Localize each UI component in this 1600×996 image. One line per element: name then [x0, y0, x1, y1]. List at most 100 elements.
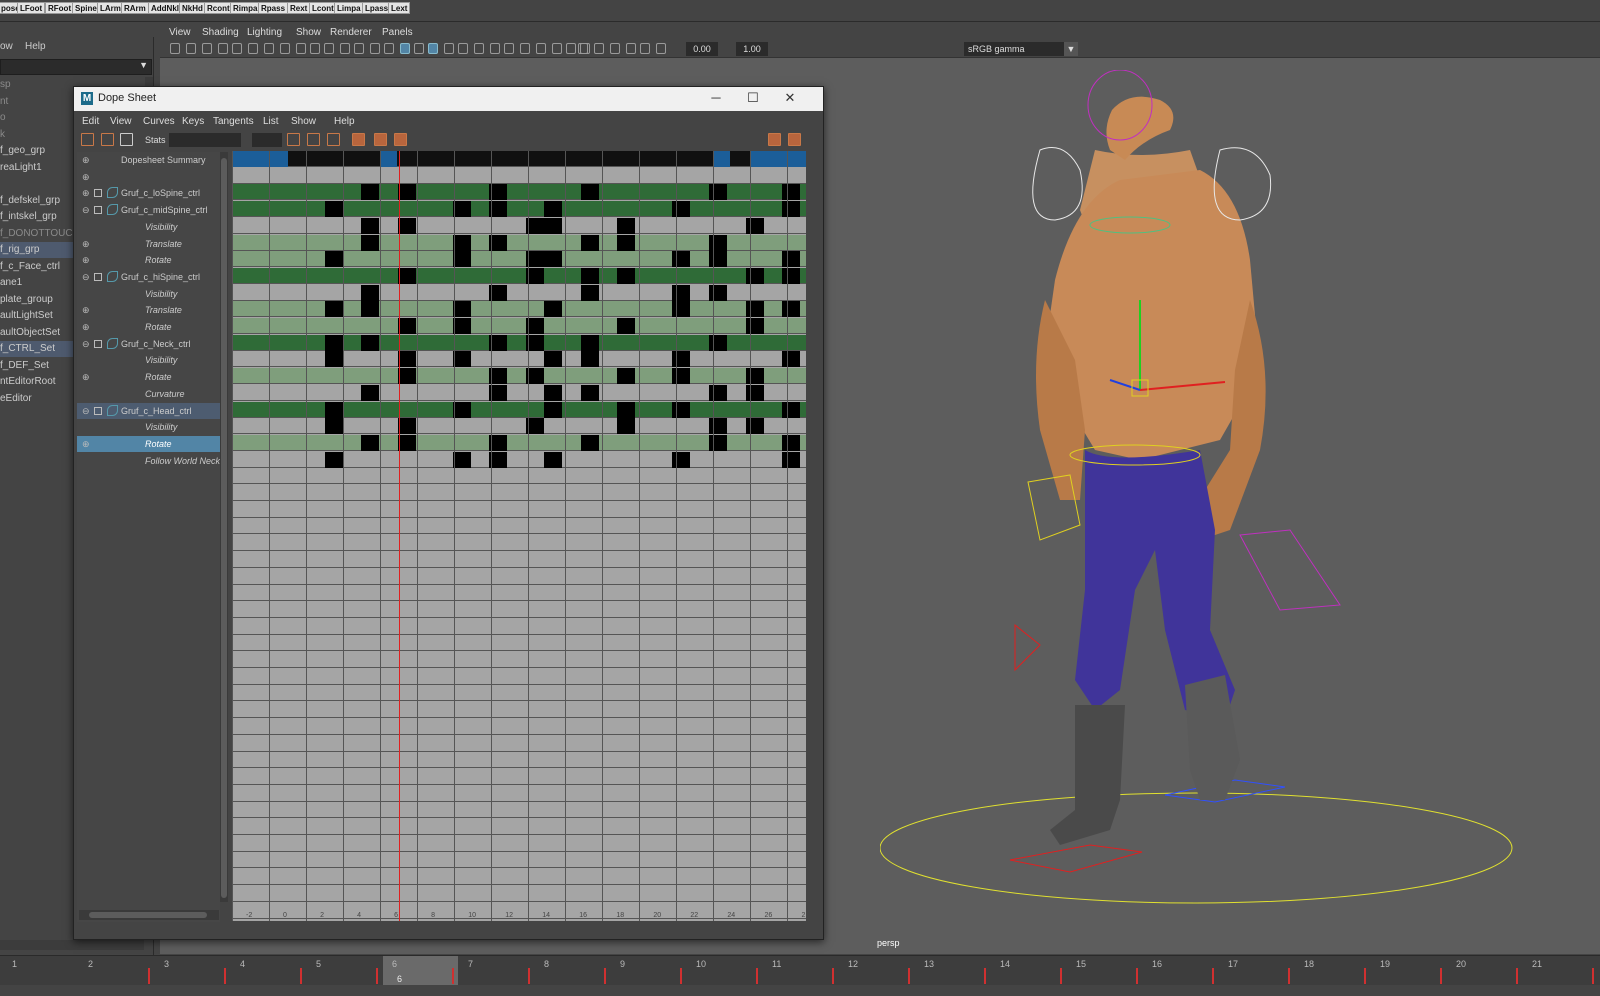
hierarchy-box-icon[interactable]	[94, 189, 102, 198]
key-block[interactable]	[324, 351, 343, 368]
expand-icon[interactable]: ⊕	[82, 152, 90, 168]
time-slider[interactable]: 6 1 2 3 4 5 6 7 8 9 10 11 12 13 14 15 16 17 18 19 20 21	[0, 955, 1600, 986]
xray-icon[interactable]	[536, 43, 546, 54]
key-block[interactable]	[397, 318, 416, 334]
lights-icon[interactable]	[428, 43, 438, 54]
isolate-select-icon[interactable]	[520, 43, 530, 54]
graph-editor-icon[interactable]	[768, 133, 781, 146]
anti-aliasing-icon[interactable]	[490, 43, 500, 54]
depth-of-field-icon[interactable]	[504, 43, 514, 54]
key-block[interactable]	[361, 284, 380, 301]
key-block[interactable]	[708, 418, 727, 435]
key-block[interactable]	[361, 384, 380, 401]
select-camera-icon[interactable]	[170, 43, 180, 54]
shadows-icon[interactable]	[444, 43, 454, 54]
gate-mask-icon[interactable]	[310, 43, 320, 54]
outliner-filter-field[interactable]: ▼	[0, 59, 152, 75]
key-block[interactable]	[782, 267, 801, 284]
summary-key[interactable]	[232, 151, 288, 167]
hierarchy-box-icon[interactable]	[94, 272, 102, 281]
scrollbar-thumb[interactable]	[221, 158, 227, 898]
key-block[interactable]	[745, 418, 764, 435]
attribute-row[interactable]: Visibility	[77, 219, 220, 235]
dope-sheet-outliner-horizontal-scrollbar[interactable]	[79, 910, 219, 920]
xray-components-icon[interactable]	[566, 43, 576, 54]
smooth-shade-icon[interactable]	[384, 43, 394, 54]
key-block[interactable]	[672, 201, 691, 218]
select-key-tool-icon[interactable]	[81, 133, 94, 146]
key-block[interactable]	[361, 234, 380, 251]
expand-icon[interactable]: ⊕	[82, 302, 90, 318]
shelf-button[interactable]: Rext	[287, 2, 311, 14]
key-block[interactable]	[397, 184, 416, 201]
center-current-time-icon[interactable]	[327, 133, 340, 146]
safe-title-icon[interactable]	[354, 43, 364, 54]
key-block[interactable]	[617, 418, 636, 435]
camera-attributes-icon[interactable]	[186, 43, 196, 54]
range-slider[interactable]	[0, 985, 1600, 996]
key-block[interactable]	[397, 368, 416, 385]
key-block[interactable]	[580, 234, 599, 251]
grease-pencil-icon[interactable]	[248, 43, 258, 54]
expand-icon[interactable]: ⊕	[82, 252, 90, 268]
scrollbar-thumb[interactable]	[89, 912, 207, 918]
node-row[interactable]: ⊖ Gruf_c_Head_ctrl	[77, 402, 220, 419]
key-block[interactable]	[708, 284, 727, 301]
dope-menu-item[interactable]: View	[110, 116, 132, 127]
key-block[interactable]	[672, 368, 691, 385]
summary-key[interactable]	[750, 151, 806, 167]
attribute-row[interactable]: ⊕ Rotate	[77, 369, 220, 385]
stats-field-secondary[interactable]	[252, 133, 282, 147]
key-block[interactable]	[544, 201, 563, 218]
character-model[interactable]	[880, 70, 1540, 950]
default-material-icon[interactable]	[400, 43, 410, 54]
node-row[interactable]: ⊖ Gruf_c_hiSpine_ctrl	[77, 269, 220, 285]
expand-icon[interactable]: ⊕	[82, 369, 90, 385]
attribute-row[interactable]: Visibility	[77, 286, 220, 302]
attribute-row[interactable]: Curvature	[77, 386, 220, 402]
hierarchy-box-icon[interactable]	[94, 339, 102, 348]
2d-pan-icon[interactable]	[232, 43, 242, 54]
shelf-button[interactable]: NkHd	[179, 2, 206, 14]
frame-all-icon[interactable]	[287, 133, 300, 146]
color-management-icon[interactable]	[640, 43, 650, 54]
image-plane-icon[interactable]	[218, 43, 228, 54]
grid-icon[interactable]	[264, 43, 274, 54]
key-block[interactable]	[580, 284, 599, 301]
key-block[interactable]	[672, 451, 691, 468]
key-block[interactable]	[617, 234, 636, 251]
key-block[interactable]	[452, 351, 471, 368]
shelf-button[interactable]: Rpass	[258, 2, 289, 14]
key-block[interactable]	[672, 284, 691, 301]
key-block[interactable]	[745, 318, 764, 334]
delete-keys-icon[interactable]	[352, 133, 365, 146]
shelf-button[interactable]: LFoot	[17, 2, 46, 14]
key-block[interactable]	[324, 251, 343, 268]
key-block[interactable]	[580, 267, 599, 284]
attribute-row[interactable]: Visibility	[77, 352, 220, 368]
color-space-select[interactable]: sRGB gamma ▼	[964, 42, 1078, 56]
key-block[interactable]	[361, 434, 380, 451]
dope-menu-item[interactable]: Help	[334, 116, 355, 127]
expand-icon[interactable]: ⊖	[82, 403, 90, 419]
key-block[interactable]	[672, 351, 691, 368]
hierarchy-toggle-icon[interactable]	[788, 133, 801, 146]
exposure-field[interactable]: 0.00	[686, 42, 718, 56]
key-block[interactable]	[544, 301, 563, 318]
key-block[interactable]	[617, 368, 636, 385]
key-block[interactable]	[617, 318, 636, 334]
key-block[interactable]	[544, 217, 563, 234]
key-block[interactable]	[672, 301, 691, 318]
key-block[interactable]	[361, 334, 380, 351]
key-block[interactable]	[397, 267, 416, 284]
key-block[interactable]	[782, 401, 801, 418]
key-block[interactable]	[745, 368, 764, 385]
hud-icon[interactable]	[594, 43, 604, 54]
resolution-gate-icon[interactable]	[296, 43, 306, 54]
expand-icon[interactable]: ⊕	[82, 185, 90, 201]
viewport-menu-item[interactable]: Panels	[382, 27, 413, 38]
shelf-button[interactable]: Lext	[388, 2, 411, 14]
key-block[interactable]	[544, 451, 563, 468]
key-block[interactable]	[452, 234, 471, 251]
key-block[interactable]	[397, 418, 416, 435]
